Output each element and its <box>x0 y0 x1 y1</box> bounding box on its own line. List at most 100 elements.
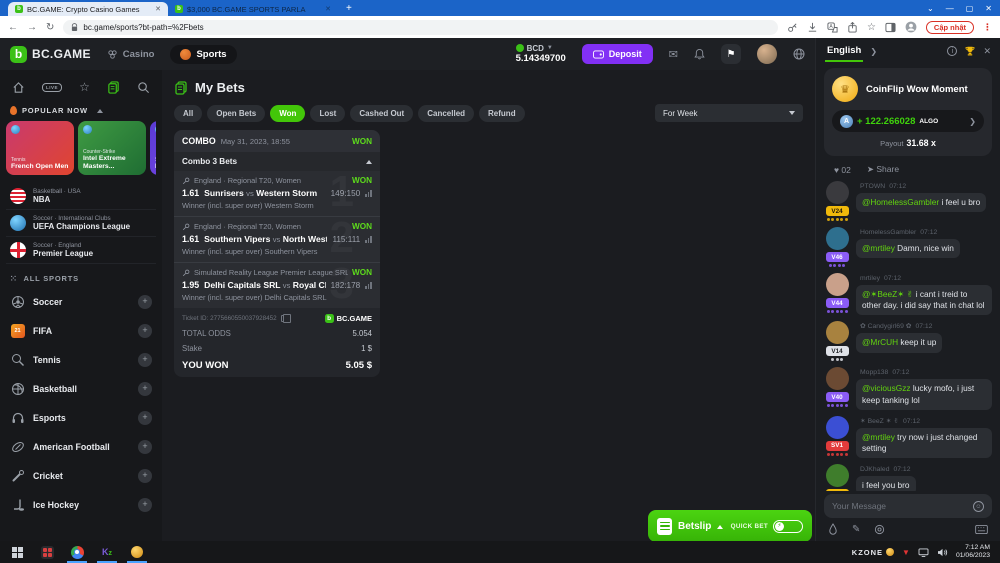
key-icon[interactable] <box>787 22 798 33</box>
balance-selector[interactable]: BCD ▼ 5.14349700 <box>516 44 566 65</box>
like-button[interactable]: ♥ 02 <box>834 165 851 175</box>
stats-icon[interactable] <box>365 190 372 197</box>
taskbar-app-kz[interactable]: Kz <box>94 541 120 563</box>
popular-card-french-open[interactable]: Tennis French Open Men <box>6 121 74 175</box>
combo-toggle[interactable]: Combo 3 Bets <box>174 152 380 171</box>
bet-leg-1[interactable]: 1 England · Regional T20, Women WON 1.61… <box>174 171 380 217</box>
window-close-icon[interactable]: ✕ <box>985 4 992 13</box>
profile-icon[interactable] <box>905 21 917 33</box>
sidebar-item-american-football[interactable]: American Football + <box>6 432 156 461</box>
stats-icon[interactable] <box>365 282 372 289</box>
inbox-icon[interactable]: ✉ <box>669 48 678 61</box>
trophy-icon[interactable] <box>964 45 976 57</box>
globe-icon[interactable] <box>793 48 805 60</box>
sidebar-item-premier-league[interactable]: Soccer · England Premier League <box>6 237 156 264</box>
expand-plus-icon[interactable]: + <box>138 440 152 454</box>
deposit-button[interactable]: Deposit <box>582 44 653 64</box>
user-avatar[interactable] <box>757 44 777 64</box>
nav-sports[interactable]: Sports <box>170 45 236 64</box>
popular-card-premier[interactable]: Soccer Premier <box>150 121 156 175</box>
sidebar-item-uefa[interactable]: Soccer · International Clubs UEFA Champi… <box>6 210 156 237</box>
emoji-icon[interactable]: ☺ <box>973 501 984 512</box>
window-maximize-icon[interactable]: ▢ <box>966 4 974 13</box>
coin-drop-icon[interactable] <box>874 524 885 535</box>
expand-plus-icon[interactable]: + <box>138 469 152 483</box>
chat-username[interactable]: DJKhaled <box>860 466 889 473</box>
bet-leg-2[interactable]: 2 England · Regional T20, Women WON 1.61… <box>174 217 380 263</box>
chevron-right-icon[interactable]: ❯ <box>870 47 877 56</box>
sidebar-item-basketball[interactable]: Basketball + <box>6 374 156 403</box>
wow-amount-pill[interactable]: A + 122.266028 ALGO ❯ <box>832 110 984 132</box>
notifications-bell-icon[interactable] <box>694 48 705 60</box>
chat-language-tab[interactable]: English <box>825 40 863 62</box>
url-input[interactable]: bc.game/sports?bt-path=%2Fbets <box>63 20 778 35</box>
sidebar-item-nba[interactable]: Basketball · USA NBA <box>6 183 156 210</box>
expand-plus-icon[interactable]: + <box>138 295 152 309</box>
info-icon[interactable]: i <box>947 46 957 56</box>
sidebar-item-tennis[interactable]: Tennis + <box>6 345 156 374</box>
side-panel-icon[interactable] <box>885 22 896 33</box>
live-icon[interactable]: LIVE <box>42 83 62 92</box>
sidebar-item-esports[interactable]: Esports + <box>6 403 156 432</box>
close-icon[interactable]: ✕ <box>983 46 991 57</box>
start-button[interactable] <box>4 541 30 563</box>
sidebar-item-ice-hockey[interactable]: Ice Hockey + <box>6 490 156 519</box>
back-icon[interactable]: ← <box>8 22 18 33</box>
expand-plus-icon[interactable]: + <box>138 324 152 338</box>
stats-icon[interactable] <box>365 236 372 243</box>
betslip-bar[interactable]: Betslip QUICK BET ⚡ <box>648 510 812 542</box>
avatar[interactable] <box>826 321 849 344</box>
search-icon[interactable] <box>137 81 150 94</box>
bcgame-logo[interactable]: b BC.GAME <box>10 46 91 63</box>
avatar[interactable] <box>826 416 849 439</box>
sports-flag-icon[interactable]: ⚑ <box>721 44 741 64</box>
avatar[interactable] <box>826 273 849 296</box>
chat-username[interactable]: mrtiley <box>860 275 880 282</box>
refresh-icon[interactable]: ↻ <box>46 22 54 33</box>
taskbar-app-coin[interactable] <box>124 541 150 563</box>
taskbar-app-1[interactable] <box>34 541 60 563</box>
expand-plus-icon[interactable]: + <box>138 411 152 425</box>
taskbar-chrome[interactable] <box>64 541 90 563</box>
chrome-menu-icon[interactable]: ⋮ <box>983 22 992 33</box>
chat-username[interactable]: HomelessGambler <box>860 229 916 236</box>
download-tray-icon[interactable]: ▼ <box>902 548 910 557</box>
bet-leg-3[interactable]: 3 Simulated Reality League Premier Leagu… <box>174 263 380 308</box>
popular-now-header[interactable]: POPULAR NOW <box>6 104 156 121</box>
share-button[interactable]: ➤ Share <box>867 164 899 175</box>
chat-username[interactable]: ✶ BeeZ ✶ ✌ <box>860 418 899 425</box>
wow-moment-card[interactable]: ♛ CoinFlip Wow Moment A + 122.266028 ALG… <box>824 68 992 156</box>
avatar[interactable] <box>826 367 849 390</box>
my-bets-icon[interactable] <box>107 81 120 94</box>
filter-open-bets[interactable]: Open Bets <box>207 105 265 122</box>
browser-tab-active[interactable]: b BC.GAME: Crypto Casino Games ✕ <box>8 2 168 16</box>
avatar[interactable] <box>826 464 849 487</box>
home-icon[interactable] <box>12 81 25 94</box>
filter-all[interactable]: All <box>174 105 202 122</box>
nav-casino[interactable]: Casino <box>107 49 155 60</box>
copy-icon[interactable] <box>281 315 287 322</box>
expand-plus-icon[interactable]: + <box>138 353 152 367</box>
quick-bet-toggle[interactable]: ⚡ <box>773 520 803 533</box>
chat-rules-icon[interactable]: ✎ <box>852 524 860 535</box>
expand-plus-icon[interactable]: + <box>138 498 152 512</box>
browser-tab-inactive[interactable]: b $3,000 BC.GAME SPORTS PARLA ✕ <box>168 2 338 16</box>
forward-icon[interactable]: → <box>27 22 37 33</box>
download-icon[interactable] <box>807 22 818 33</box>
network-icon[interactable] <box>918 548 929 557</box>
filter-cashed-out[interactable]: Cashed Out <box>350 105 413 122</box>
chat-username[interactable]: Mopp138 <box>860 369 888 376</box>
chrome-update-button[interactable]: Cập nhật <box>926 21 974 34</box>
filter-refund[interactable]: Refund <box>479 105 525 122</box>
sidebar-item-fifa[interactable]: 21 FIFA + <box>6 316 156 345</box>
translate-icon[interactable]: A <box>827 22 838 33</box>
period-dropdown[interactable]: For Week <box>655 104 803 122</box>
sidebar-item-cricket[interactable]: Cricket + <box>6 461 156 490</box>
filter-lost[interactable]: Lost <box>310 105 345 122</box>
system-clock[interactable]: 7:12 AM 01/06/2023 <box>956 544 990 561</box>
popular-card-iem[interactable]: Counter-Strike Intel Extreme Masters... <box>78 121 146 175</box>
chat-username[interactable]: PTOWN <box>860 183 885 190</box>
expand-plus-icon[interactable]: + <box>138 382 152 396</box>
sidebar-item-soccer[interactable]: Soccer + <box>6 287 156 316</box>
chat-username[interactable]: ✿ Candygirl69 ✿ <box>860 323 911 330</box>
